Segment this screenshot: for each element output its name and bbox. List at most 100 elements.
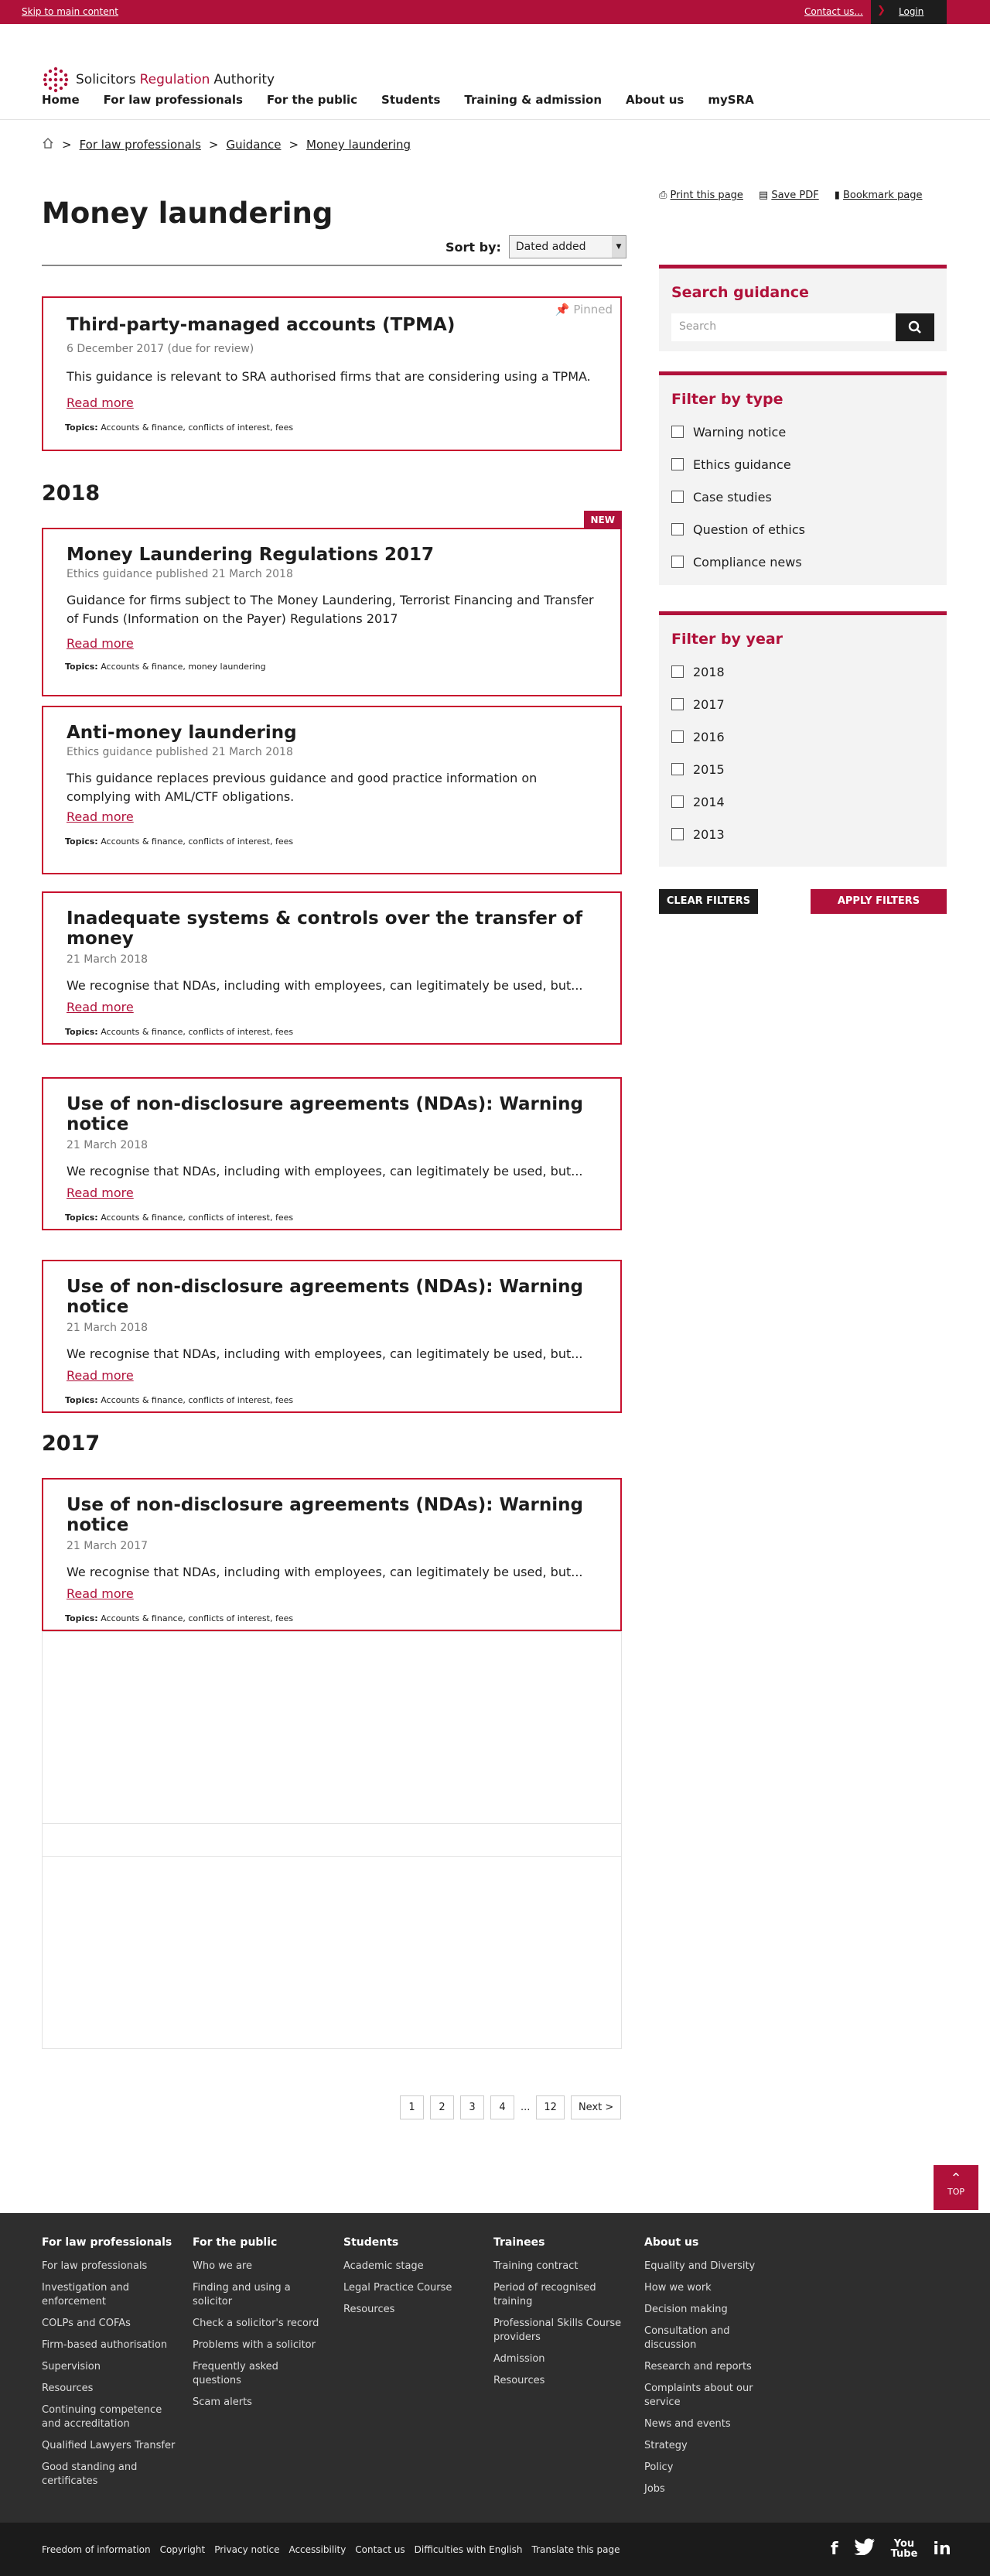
nav-students[interactable]: Students: [381, 93, 440, 107]
clear-filters-button[interactable]: CLEAR FILTERS: [659, 889, 758, 914]
read-more-link[interactable]: Read more: [67, 1000, 597, 1014]
checkbox[interactable]: [671, 828, 684, 840]
page-3[interactable]: 3: [460, 2095, 484, 2119]
breadcrumb-money-laundering[interactable]: Money laundering: [306, 138, 411, 152]
filter-option[interactable]: 2014: [671, 785, 934, 818]
footer-link[interactable]: Period of recognised training: [493, 2281, 629, 2309]
filter-option[interactable]: 2015: [671, 753, 934, 785]
footer-bottom-link[interactable]: Freedom of information: [42, 2544, 151, 2555]
print-page-link[interactable]: ⎙ Print this page: [659, 190, 743, 201]
card-title[interactable]: Use of non-disclosure agreements (NDAs):…: [67, 1495, 597, 1535]
footer-link[interactable]: Investigation and enforcement: [42, 2281, 177, 2309]
footer-bottom-link[interactable]: Copyright: [160, 2544, 206, 2555]
read-more-link[interactable]: Read more: [67, 1368, 597, 1383]
card-title[interactable]: Inadequate systems & controls over the t…: [67, 908, 597, 949]
filter-option[interactable]: Question of ethics: [671, 513, 934, 546]
nav-public[interactable]: For the public: [267, 93, 357, 107]
footer-link[interactable]: Finding and using a solicitor: [193, 2281, 328, 2309]
footer-link[interactable]: Good standing and certificates: [42, 2461, 177, 2489]
page-2[interactable]: 2: [430, 2095, 454, 2119]
filter-option[interactable]: Case studies: [671, 481, 934, 513]
checkbox[interactable]: [671, 763, 684, 775]
footer-link[interactable]: Qualified Lawyers Transfer: [42, 2439, 177, 2453]
footer-bottom-link[interactable]: Accessibility: [288, 2544, 346, 2555]
footer-link[interactable]: COLPs and COFAs: [42, 2317, 177, 2331]
youtube-icon[interactable]: You Tube: [891, 2539, 918, 2559]
footer-link[interactable]: News and events: [644, 2417, 780, 2431]
footer-link[interactable]: Frequently asked questions: [193, 2360, 328, 2388]
sra-logo[interactable]: Solicitors Regulation Authority: [42, 66, 275, 94]
filter-option[interactable]: Compliance news: [671, 546, 934, 578]
filter-option[interactable]: 2013: [671, 818, 934, 850]
search-button[interactable]: [896, 313, 934, 341]
footer-link[interactable]: Problems with a solicitor: [193, 2338, 328, 2352]
filter-option[interactable]: Ethics guidance: [671, 448, 934, 481]
page-12[interactable]: 12: [536, 2095, 565, 2119]
footer-link[interactable]: Academic stage: [343, 2260, 479, 2273]
footer-bottom-link[interactable]: Contact us: [355, 2544, 405, 2555]
breadcrumb-law-professionals[interactable]: For law professionals: [80, 138, 201, 152]
footer-link[interactable]: Resources: [343, 2303, 479, 2317]
read-more-link[interactable]: Read more: [67, 1185, 597, 1200]
apply-filters-button[interactable]: APPLY FILTERS: [811, 889, 947, 914]
back-to-top-button[interactable]: ⌃ TOP: [934, 2165, 978, 2210]
footer-bottom-link[interactable]: Privacy notice: [214, 2544, 279, 2555]
footer-link[interactable]: How we work: [644, 2281, 780, 2295]
footer-link[interactable]: Who we are: [193, 2260, 328, 2273]
footer-link[interactable]: Strategy: [644, 2439, 780, 2453]
skip-link[interactable]: Skip to main content: [22, 6, 118, 17]
sort-select[interactable]: Dated added ▼: [508, 235, 626, 258]
linkedin-icon[interactable]: in: [933, 2540, 951, 2559]
page-4[interactable]: 4: [490, 2095, 514, 2119]
checkbox[interactable]: [671, 665, 684, 678]
footer-link[interactable]: Check a solicitor's record: [193, 2317, 328, 2331]
card-title[interactable]: Use of non-disclosure agreements (NDAs):…: [67, 1277, 597, 1317]
nav-law-professionals[interactable]: For law professionals: [104, 93, 243, 107]
save-pdf-link[interactable]: ▤ Save PDF: [759, 190, 819, 201]
search-input[interactable]: Search: [671, 313, 896, 341]
footer-link[interactable]: Resources: [42, 2382, 177, 2396]
card-title[interactable]: Money Laundering Regulations 2017: [67, 545, 597, 565]
footer-link[interactable]: Scam alerts: [193, 2396, 328, 2410]
footer-link[interactable]: Professional Skills Course providers: [493, 2317, 629, 2345]
read-more-link[interactable]: Read more: [67, 395, 597, 410]
card-title[interactable]: Third-party-managed accounts (TPMA): [67, 315, 597, 335]
filter-option[interactable]: 2016: [671, 720, 934, 753]
filter-option[interactable]: 2017: [671, 688, 934, 720]
footer-link[interactable]: Equality and Diversity: [644, 2260, 780, 2273]
card-title[interactable]: Anti-money laundering: [67, 723, 597, 743]
checkbox[interactable]: [671, 491, 684, 503]
read-more-link[interactable]: Read more: [67, 1586, 597, 1601]
nav-training[interactable]: Training & admission: [464, 93, 602, 107]
contact-link[interactable]: Contact us...: [804, 6, 863, 17]
footer-link[interactable]: Research and reports: [644, 2360, 780, 2374]
facebook-icon[interactable]: f: [831, 2540, 838, 2559]
footer-link[interactable]: Admission: [493, 2352, 629, 2366]
footer-link[interactable]: Jobs: [644, 2482, 780, 2496]
footer-link[interactable]: Supervision: [42, 2360, 177, 2374]
checkbox[interactable]: [671, 698, 684, 710]
filter-option[interactable]: 2018: [671, 655, 934, 688]
checkbox[interactable]: [671, 458, 684, 470]
footer-bottom-link[interactable]: Difficulties with English: [415, 2544, 523, 2555]
footer-link[interactable]: Continuing competence and accreditation: [42, 2403, 177, 2431]
footer-link[interactable]: Policy: [644, 2461, 780, 2475]
footer-bottom-link[interactable]: Translate this page: [531, 2544, 620, 2555]
footer-link[interactable]: Firm-based authorisation: [42, 2338, 177, 2352]
twitter-icon[interactable]: [854, 2538, 876, 2560]
checkbox[interactable]: [671, 730, 684, 743]
footer-link[interactable]: Consultation and discussion: [644, 2325, 780, 2352]
filter-option[interactable]: Warning notice: [671, 416, 934, 448]
nav-about[interactable]: About us: [626, 93, 684, 107]
checkbox[interactable]: [671, 795, 684, 808]
nav-mysra[interactable]: mySRA: [708, 93, 753, 107]
login-button[interactable]: ❯ Login: [871, 0, 947, 24]
checkbox[interactable]: [671, 523, 684, 535]
footer-link[interactable]: For law professionals: [42, 2260, 177, 2273]
page-1[interactable]: 1: [400, 2095, 424, 2119]
next-page-button[interactable]: Next >: [570, 2095, 622, 2119]
footer-link[interactable]: Resources: [493, 2374, 629, 2388]
read-more-link[interactable]: Read more: [67, 636, 597, 651]
checkbox[interactable]: [671, 556, 684, 568]
breadcrumb-guidance[interactable]: Guidance: [226, 138, 281, 152]
